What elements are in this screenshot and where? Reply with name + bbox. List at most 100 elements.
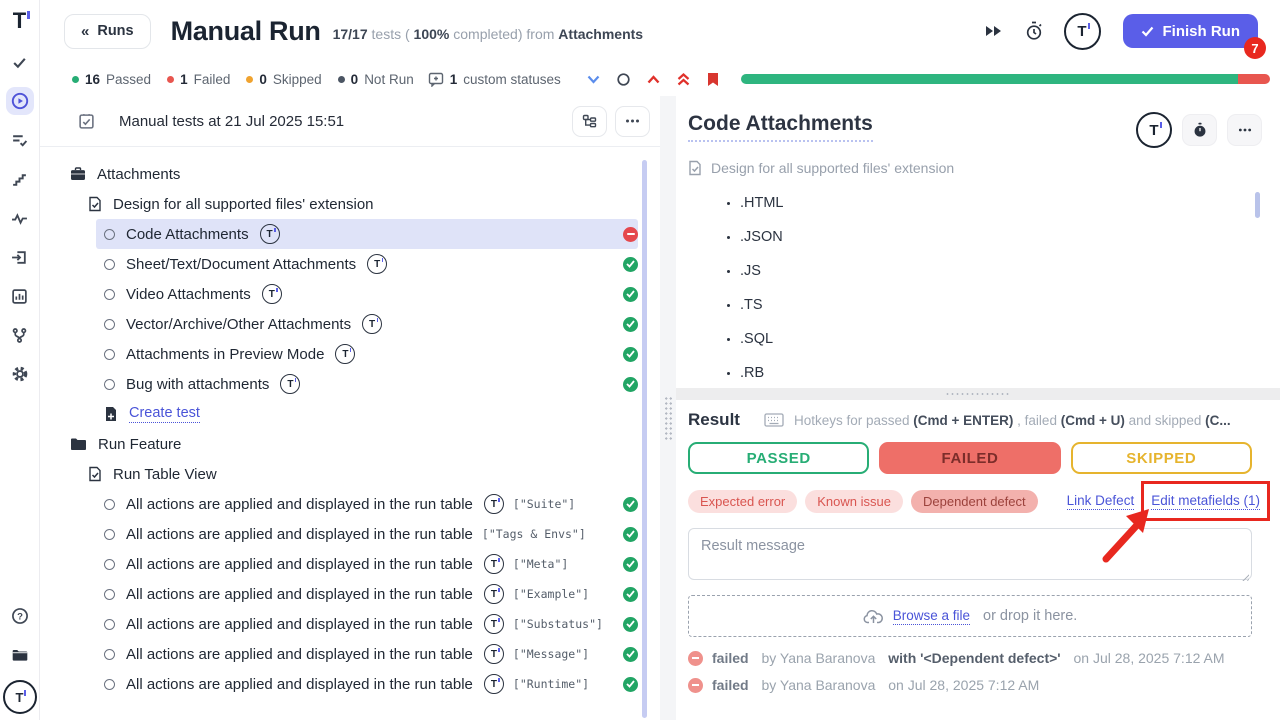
- steps-nav-icon[interactable]: [6, 165, 34, 193]
- legend-label: Failed: [194, 72, 231, 87]
- tree-scrollbar[interactable]: [642, 160, 647, 718]
- tree-row[interactable]: Sheet/Text/Document Attachments T: [96, 249, 638, 279]
- status-passed-icon: [623, 647, 638, 662]
- automated-t-logo-icon[interactable]: T: [1136, 112, 1172, 148]
- extension-item: .RB: [740, 356, 1280, 388]
- defect-tags: Expected error Known issue Dependent defec…: [688, 490, 1038, 513]
- tree-row[interactable]: All actions are applied and displayed in…: [96, 579, 638, 609]
- result-message-input[interactable]: [688, 528, 1252, 580]
- run-progress-bar: [741, 74, 1270, 84]
- tree-row[interactable]: Run Table View: [82, 459, 638, 489]
- tree-row[interactable]: All actions are applied and displayed in…: [96, 609, 638, 639]
- skipped-button[interactable]: SKIPPED: [1071, 442, 1252, 474]
- file-dropzone[interactable]: Browse a file or drop it here.: [688, 595, 1252, 637]
- checks-nav-icon[interactable]: [6, 48, 34, 76]
- tree-row[interactable]: All actions are applied and displayed in…: [96, 549, 638, 579]
- automated-t-badge-icon: T: [262, 284, 282, 304]
- tree-view-button[interactable]: [572, 106, 607, 137]
- tree-header: Manual tests at 21 Jul 2025 15:51: [40, 96, 660, 147]
- completed-percent: 100%: [414, 26, 450, 42]
- custom-count: 1: [450, 72, 458, 87]
- tree-row[interactable]: Attachments in Preview Mode T: [96, 339, 638, 369]
- circle-filter-icon[interactable]: [617, 73, 630, 86]
- run-summary: 17/17 tests ( 100% completed) from Attac…: [333, 26, 644, 42]
- link-defect-link[interactable]: Link Defect: [1067, 493, 1135, 510]
- tree-row-label: Create test: [129, 405, 200, 423]
- user-avatar[interactable]: T: [3, 680, 37, 714]
- tree-more-button[interactable]: [615, 106, 650, 137]
- progress-passed-segment: [741, 74, 1238, 84]
- tree-row[interactable]: Attachments: [64, 159, 638, 189]
- source-suite: Attachments: [558, 26, 643, 42]
- briefcase-icon: [70, 167, 86, 181]
- message-plus-icon: [428, 72, 444, 87]
- tree-row[interactable]: Vector/Archive/Other Attachments T: [96, 309, 638, 339]
- tree-row[interactable]: Video Attachments T: [96, 279, 638, 309]
- test-bullet-icon: [104, 499, 115, 510]
- clipboard-check-icon[interactable]: [78, 113, 95, 130]
- back-chevrons-icon: «: [81, 23, 89, 40]
- defect-tag[interactable]: Expected error: [688, 490, 797, 513]
- tree-row-label: Run Feature: [98, 436, 181, 453]
- tree-row[interactable]: All actions are applied and displayed in…: [96, 519, 638, 549]
- status-passed-icon: [623, 317, 638, 332]
- timer-icon[interactable]: [1024, 21, 1044, 41]
- tree-row-label: All actions are applied and displayed in…: [126, 526, 473, 543]
- test-detail-panel: Code Attachments T Design for all suppor…: [676, 96, 1280, 720]
- status-dot-icon: [338, 76, 345, 83]
- settings-gear-icon[interactable]: [6, 360, 34, 388]
- help-icon[interactable]: ?: [6, 602, 34, 630]
- status-passed-icon: [623, 347, 638, 362]
- import-nav-icon[interactable]: [6, 243, 34, 271]
- pulse-nav-icon[interactable]: [6, 204, 34, 232]
- keyboard-icon: [764, 413, 784, 427]
- finish-run-button[interactable]: Finish Run: [1123, 14, 1259, 48]
- tree-row-label: Bug with attachments: [126, 376, 269, 393]
- detail-title[interactable]: Code Attachments: [688, 112, 873, 142]
- bookmark-icon[interactable]: [707, 72, 719, 87]
- edit-metafields-link[interactable]: Edit metafields (1): [1151, 493, 1260, 510]
- project-logo-icon[interactable]: T: [1064, 13, 1101, 50]
- caret-up-icon[interactable]: [647, 75, 660, 84]
- detail-more-button[interactable]: [1227, 114, 1262, 146]
- tree-row[interactable]: All actions are applied and displayed in…: [96, 669, 638, 699]
- projects-folder-icon[interactable]: [6, 641, 34, 669]
- runs-nav-icon[interactable]: [6, 87, 34, 115]
- test-bullet-icon: [104, 379, 115, 390]
- back-to-runs-button[interactable]: « Runs: [64, 14, 151, 49]
- tree-row[interactable]: All actions are applied and displayed in…: [96, 639, 638, 669]
- tree-row[interactable]: All actions are applied and displayed in…: [96, 489, 638, 519]
- status-dot-icon: [167, 76, 174, 83]
- tree-row[interactable]: Create test: [96, 399, 638, 429]
- tree-row[interactable]: Bug with attachments T: [96, 369, 638, 399]
- notification-badge[interactable]: 7: [1244, 37, 1266, 59]
- panel-divider[interactable]: [660, 96, 676, 720]
- result-resize-handle[interactable]: [676, 388, 1280, 400]
- app-window: T ? T: [0, 0, 1280, 720]
- status-passed-icon: [623, 497, 638, 512]
- failed-button[interactable]: FAILED: [879, 442, 1060, 474]
- detail-timer-button[interactable]: [1182, 114, 1217, 146]
- tree-row[interactable]: Code Attachments T: [96, 219, 638, 249]
- file-plus-icon: [104, 406, 118, 422]
- tree-row[interactable]: Design for all supported files' extensio…: [82, 189, 638, 219]
- browse-file-link[interactable]: Browse a file: [893, 608, 970, 625]
- description-scroll-area[interactable]: .HTML.JSON.JS.TS.SQL.RB.PY: [676, 176, 1280, 388]
- test-list-nav-icon[interactable]: [6, 126, 34, 154]
- defect-tag[interactable]: Dependent defect: [911, 490, 1038, 513]
- divider-drag-handle-icon[interactable]: [664, 396, 673, 442]
- defect-tag[interactable]: Known issue: [805, 490, 903, 513]
- legend-count: 1: [180, 72, 188, 87]
- history-status-word: failed: [712, 650, 749, 666]
- analytics-nav-icon[interactable]: [6, 282, 34, 310]
- passed-button[interactable]: PASSED: [688, 442, 869, 474]
- collapse-chevron-icon[interactable]: [587, 75, 600, 84]
- automated-t-badge-icon: T: [484, 554, 504, 574]
- branches-nav-icon[interactable]: [6, 321, 34, 349]
- detail-scrollbar[interactable]: [1255, 192, 1260, 218]
- annotation-highlight-box: Edit metafields (1): [1141, 481, 1270, 521]
- double-caret-up-icon[interactable]: [677, 73, 690, 86]
- top-bar: « Runs Manual Run 17/17 tests ( 100% com…: [40, 0, 1280, 62]
- tree-row[interactable]: Run Feature: [64, 429, 638, 459]
- fast-forward-icon[interactable]: [984, 24, 1004, 38]
